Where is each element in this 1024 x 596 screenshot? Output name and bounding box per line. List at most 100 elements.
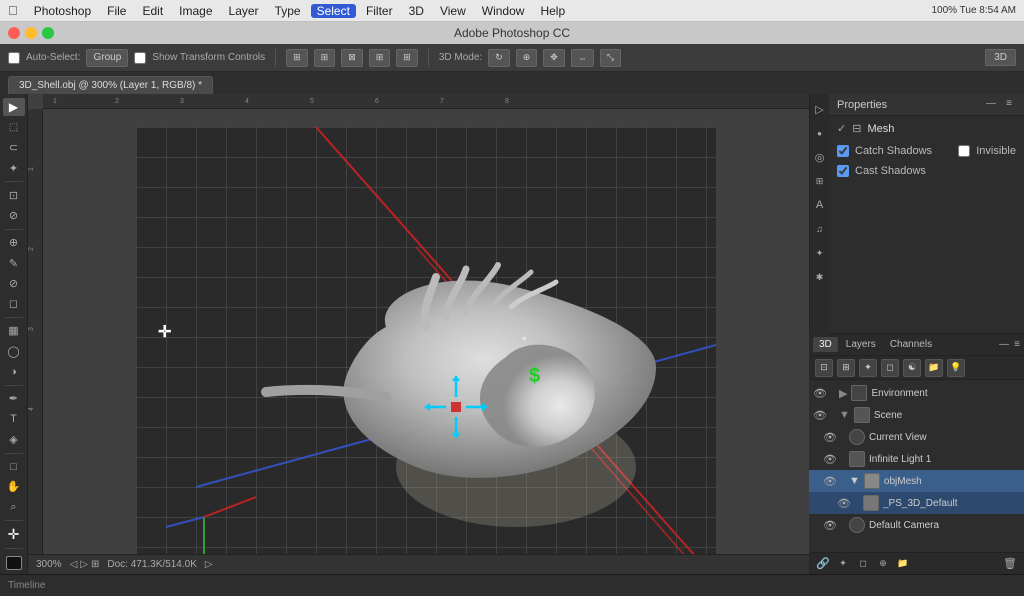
menu-edit[interactable]: Edit bbox=[136, 4, 169, 18]
tool-gradient[interactable]: ▦ bbox=[3, 322, 25, 340]
3d-mode-button[interactable]: 3D bbox=[985, 49, 1016, 66]
lb-link-icon[interactable]: 🔗 bbox=[815, 556, 831, 572]
layers-panel-menu[interactable]: ≡ bbox=[1014, 339, 1020, 350]
tool-blur[interactable]: ◯ bbox=[3, 342, 25, 360]
lt-link-icon[interactable]: ⊞ bbox=[837, 359, 855, 377]
lb-group-icon[interactable]: 📁 bbox=[895, 556, 911, 572]
menu-window[interactable]: Window bbox=[476, 4, 531, 18]
invisible-checkbox[interactable] bbox=[958, 145, 970, 157]
tool-selection[interactable]: ⬚ bbox=[3, 118, 25, 136]
catch-shadows-checkbox[interactable] bbox=[837, 145, 849, 157]
menu-type[interactable]: Type bbox=[269, 4, 307, 18]
rt-star-icon[interactable]: ✦ bbox=[810, 242, 830, 264]
tool-crop[interactable]: ⊡ bbox=[3, 186, 25, 204]
lb-delete-icon[interactable]: 🗑 bbox=[1002, 556, 1018, 572]
layer-current-view[interactable]: 👁 Current View bbox=[809, 426, 1024, 448]
show-transform-checkbox[interactable] bbox=[134, 52, 146, 64]
menu-file[interactable]: File bbox=[101, 4, 132, 18]
photoshop-canvas[interactable]: $ + ✛ bbox=[136, 127, 716, 557]
3d-pan-icon[interactable]: ✥ bbox=[543, 49, 565, 67]
opt-icon-4[interactable]: ⊞ bbox=[369, 49, 391, 67]
eye-ps3ddefault[interactable]: 👁 bbox=[837, 496, 851, 510]
lt-mask-icon[interactable]: ◻ bbox=[881, 359, 899, 377]
menu-view[interactable]: View bbox=[434, 4, 472, 18]
tool-path[interactable]: ◈ bbox=[3, 430, 25, 448]
canvas-content[interactable]: $ + ✛ bbox=[43, 109, 809, 574]
nav-arrow[interactable]: ▷ bbox=[205, 559, 213, 570]
lt-group-icon[interactable]: 📁 bbox=[925, 359, 943, 377]
lt-light-icon[interactable]: 💡 bbox=[947, 359, 965, 377]
lt-filter-icon[interactable]: ⊡ bbox=[815, 359, 833, 377]
3d-rotate-icon[interactable]: ↻ bbox=[488, 49, 510, 67]
3d-roll-icon[interactable]: ⊕ bbox=[516, 49, 538, 67]
lb-style-icon[interactable]: ✦ bbox=[835, 556, 851, 572]
layer-default-camera[interactable]: 👁 Default Camera bbox=[809, 514, 1024, 536]
eye-current-view[interactable]: 👁 bbox=[823, 430, 837, 444]
tool-eraser[interactable]: ◻ bbox=[3, 295, 25, 313]
tool-clone[interactable]: ⊘ bbox=[3, 274, 25, 292]
close-button[interactable] bbox=[8, 27, 20, 39]
cast-shadows-checkbox[interactable] bbox=[837, 165, 849, 177]
tool-heal[interactable]: ⊕ bbox=[3, 234, 25, 252]
rt-target-icon[interactable]: ◎ bbox=[810, 146, 830, 168]
tool-dodge[interactable]: ◑ bbox=[3, 362, 25, 380]
foreground-color[interactable] bbox=[6, 556, 22, 570]
canvas-icon[interactable]: ⊞ bbox=[91, 559, 99, 570]
tool-magic-wand[interactable]: ✦ bbox=[3, 159, 25, 177]
layer-environment[interactable]: 👁 ▶ Environment bbox=[809, 382, 1024, 404]
tool-hand[interactable]: ✋ bbox=[3, 478, 25, 496]
apple-menu[interactable]:  bbox=[8, 3, 18, 18]
lb-mask-icon[interactable]: ◻ bbox=[855, 556, 871, 572]
window-controls[interactable] bbox=[8, 27, 54, 39]
menu-help[interactable]: Help bbox=[534, 4, 571, 18]
tool-lasso[interactable]: ⊂ bbox=[3, 139, 25, 157]
tool-type[interactable]: T bbox=[3, 410, 25, 428]
layers-panel-collapse[interactable]: — bbox=[999, 339, 1009, 350]
canvas-controls[interactable]: ◁ bbox=[70, 559, 78, 570]
tool-pen[interactable]: ✒ bbox=[3, 390, 25, 408]
layer-infinite-light[interactable]: 👁 Infinite Light 1 bbox=[809, 448, 1024, 470]
maximize-button[interactable] bbox=[42, 27, 54, 39]
layer-objmesh[interactable]: 👁 ▼ objMesh bbox=[809, 470, 1024, 492]
canvas-step[interactable]: ▷ bbox=[80, 559, 88, 570]
rt-text-icon[interactable]: A bbox=[810, 194, 830, 216]
document-tab[interactable]: 3D_Shell.obj @ 300% (Layer 1, RGB/8) * bbox=[8, 76, 213, 94]
minimize-button[interactable] bbox=[25, 27, 37, 39]
rt-wrench-icon[interactable]: ✱ bbox=[810, 266, 830, 288]
rt-play-icon[interactable]: ▷ bbox=[810, 98, 830, 120]
rt-note-icon[interactable]: ♫ bbox=[810, 218, 830, 240]
group-button[interactable]: Group bbox=[86, 49, 128, 67]
panel-collapse-icon[interactable]: — bbox=[984, 98, 998, 112]
tab-layers[interactable]: Layers bbox=[840, 337, 882, 352]
menu-image[interactable]: Image bbox=[173, 4, 218, 18]
eye-infinite-light[interactable]: 👁 bbox=[823, 452, 837, 466]
lt-adj-icon[interactable]: ☯ bbox=[903, 359, 921, 377]
auto-select-checkbox[interactable] bbox=[8, 52, 20, 64]
panel-menu-icon[interactable]: ≡ bbox=[1002, 98, 1016, 112]
menu-layer[interactable]: Layer bbox=[223, 4, 265, 18]
tab-3d[interactable]: 3D bbox=[813, 337, 838, 352]
eye-default-camera[interactable]: 👁 bbox=[823, 518, 837, 532]
eye-objmesh[interactable]: 👁 bbox=[823, 474, 837, 488]
rt-grid-icon[interactable]: ⊞ bbox=[810, 170, 830, 192]
opt-icon-1[interactable]: ⊞ bbox=[286, 49, 308, 67]
canvas-area[interactable]: 1 2 3 4 5 6 7 8 1 2 3 4 bbox=[28, 94, 809, 574]
3d-scale-icon[interactable]: ⤡ bbox=[600, 49, 621, 67]
tool-move[interactable]: ▶ bbox=[3, 98, 25, 116]
eye-environment[interactable]: 👁 bbox=[813, 386, 827, 400]
menu-3d[interactable]: 3D bbox=[403, 4, 430, 18]
tab-channels[interactable]: Channels bbox=[884, 337, 938, 352]
opt-icon-2[interactable]: ⊞ bbox=[314, 49, 336, 67]
layer-scene[interactable]: 👁 ▼ Scene bbox=[809, 404, 1024, 426]
tool-eyedropper[interactable]: ⊘ bbox=[3, 206, 25, 224]
tool-zoom[interactable]: ⌕ bbox=[3, 498, 25, 516]
rt-record-icon[interactable]: ● bbox=[810, 122, 830, 144]
layer-ps3ddefault[interactable]: 👁 _PS_3D_Default bbox=[809, 492, 1024, 514]
tool-shape[interactable]: □ bbox=[3, 457, 25, 475]
opt-icon-5[interactable]: ⊞ bbox=[396, 49, 418, 67]
lt-style-icon[interactable]: ✦ bbox=[859, 359, 877, 377]
menu-filter[interactable]: Filter bbox=[360, 4, 399, 18]
tool-crosshair[interactable]: ✛ bbox=[3, 525, 25, 543]
menu-select[interactable]: Select bbox=[311, 4, 356, 18]
menu-photoshop[interactable]: Photoshop bbox=[28, 4, 97, 18]
